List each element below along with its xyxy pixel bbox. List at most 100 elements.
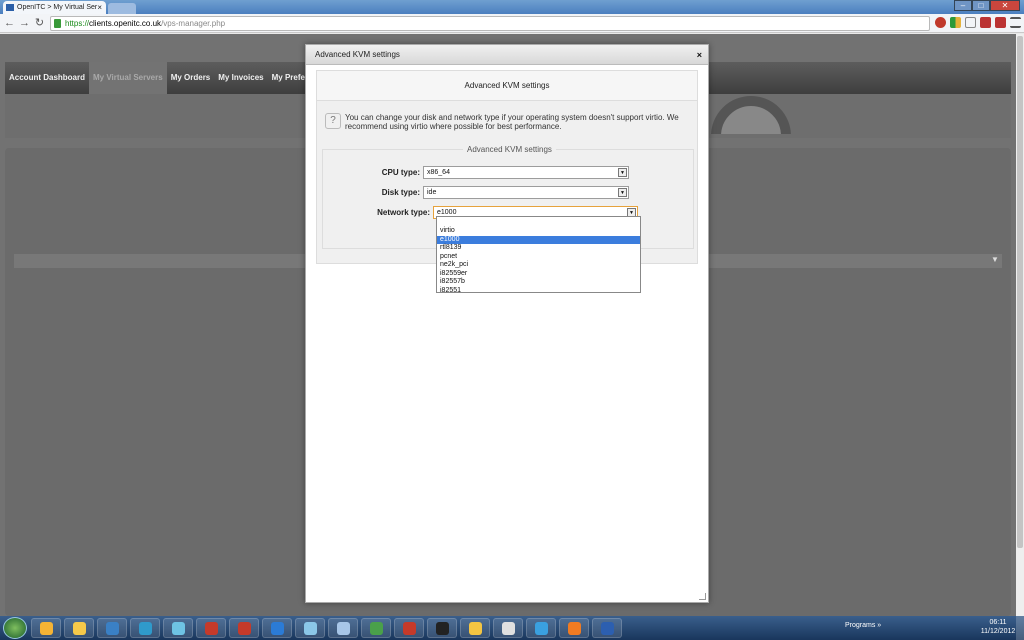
taskbar-app-button[interactable] [559, 618, 589, 638]
info-text: You can change your disk and network typ… [345, 113, 679, 131]
cpu-type-row: CPU type: [323, 166, 420, 180]
url-path: /vps-manager.php [161, 19, 226, 28]
minimize-button[interactable]: ‒ [954, 0, 972, 11]
window-controls: ‒ □ ✕ [954, 0, 1020, 12]
mail-notifier-icon[interactable] [980, 17, 991, 28]
programs-chevron-icon[interactable]: » [877, 622, 881, 629]
cpu-type-label: CPU type: [381, 168, 420, 177]
resize-grip-icon[interactable] [699, 593, 706, 600]
app-icon [106, 622, 119, 635]
extension-badge-icon[interactable] [995, 17, 1006, 28]
clock-time: 06:11 [989, 619, 1007, 626]
maximize-button[interactable]: □ [972, 0, 990, 11]
option-virtio[interactable]: virtio [437, 227, 640, 236]
option-rtl8139[interactable]: rtl8139 [437, 244, 640, 253]
option-i82551[interactable]: i82551 [437, 287, 640, 296]
page-scrollbar[interactable] [1016, 34, 1024, 616]
app-icon [304, 622, 317, 635]
app-icon [502, 622, 515, 635]
extension-icon[interactable] [950, 17, 961, 28]
nav-my-invoices[interactable]: My Invoices [214, 62, 267, 94]
chevron-down-icon[interactable]: ▼ [618, 188, 627, 197]
forward-arrow-icon[interactable]: → [18, 16, 31, 30]
stop-icon[interactable] [935, 17, 946, 28]
app-icon [172, 622, 185, 635]
dialog-title: Advanced KVM settings [306, 45, 708, 65]
nav-my-virtual-servers[interactable]: My Virtual Servers [89, 62, 167, 94]
app-icon [139, 622, 152, 635]
taskbar-app-button[interactable] [460, 618, 490, 638]
cpu-type-value: x86_64 [427, 169, 450, 176]
disk-type-label: Disk type: [381, 188, 420, 197]
taskbar-app-button[interactable] [31, 618, 61, 638]
taskbar-app-button[interactable] [64, 618, 94, 638]
taskbar-app-button[interactable] [97, 618, 127, 638]
app-icon [601, 622, 614, 635]
reload-icon[interactable]: ↻ [33, 16, 46, 30]
option-i82557b[interactable]: i82557b [437, 278, 640, 287]
cpu-type-select[interactable]: x86_64 ▼ [423, 166, 629, 179]
app-icon [535, 622, 548, 635]
app-icon [403, 622, 416, 635]
app-icon [370, 622, 383, 635]
disk-type-row: Disk type: [323, 186, 420, 200]
url-host: clients.openitc.co.uk [89, 19, 162, 28]
disk-type-select[interactable]: ide ▼ [423, 186, 629, 199]
menu-icon[interactable] [1010, 17, 1021, 28]
taskbar-app-button[interactable] [229, 618, 259, 638]
info-message: ? You can change your disk and network t… [325, 111, 687, 133]
address-bar[interactable]: https://clients.openitc.co.uk/vps-manage… [50, 16, 930, 31]
taskbar-app-button[interactable] [592, 618, 622, 638]
network-type-value: e1000 [437, 209, 457, 216]
site-favicon-icon [6, 4, 14, 11]
option-i82559er[interactable]: i82559er [437, 270, 640, 279]
clock[interactable]: 06:11 11/12/2012 [980, 618, 1016, 636]
nav-my-orders[interactable]: My Orders [167, 62, 215, 94]
taskbar-app-button[interactable] [493, 618, 523, 638]
star-icon[interactable] [965, 17, 976, 28]
taskbar-app-button[interactable] [526, 618, 556, 638]
network-type-row: Network type: [323, 206, 430, 220]
system-tray: Programs » [845, 622, 881, 629]
app-icon [568, 622, 581, 635]
show-desktop-button[interactable] [1016, 616, 1024, 640]
browser-tab[interactable]: OpenITC > My Virtual Ser × [3, 1, 106, 14]
tab-title: OpenITC > My Virtual Ser [17, 4, 98, 11]
taskbar-app-button[interactable] [196, 618, 226, 638]
option-pcnet[interactable]: pcnet [437, 253, 640, 262]
new-tab-button[interactable] [108, 3, 136, 14]
app-icon [469, 622, 482, 635]
app-icon [205, 622, 218, 635]
taskbar-app-button[interactable] [295, 618, 325, 638]
taskbar-app-button[interactable] [130, 618, 160, 638]
window-close-button[interactable]: ✕ [990, 0, 1020, 11]
option-e1000[interactable]: e1000 [437, 235, 640, 244]
network-type-label: Network type: [377, 208, 430, 217]
scrollbar-thumb[interactable] [1017, 36, 1023, 548]
taskbar-app-button[interactable] [394, 618, 424, 638]
dialog-close-button[interactable]: × [697, 50, 702, 60]
chevron-down-icon[interactable]: ▼ [618, 168, 627, 177]
taskbar-app-button[interactable] [361, 618, 391, 638]
clock-date: 11/12/2012 [980, 628, 1016, 635]
toolbar-extensions [935, 17, 1021, 28]
taskbar-app-button[interactable] [427, 618, 457, 638]
network-type-options: virtio e1000 rtl8139 pcnet ne2k_pci i825… [436, 216, 641, 296]
back-arrow-icon[interactable]: ← [3, 16, 16, 30]
option-ne2k-pci[interactable]: ne2k_pci [437, 261, 640, 270]
chevron-down-icon[interactable]: ▼ [991, 255, 999, 264]
nav-my-preferences[interactable]: My Prefe [268, 62, 309, 94]
panel-heading: Advanced KVM settings [317, 71, 697, 101]
start-button[interactable] [3, 617, 27, 639]
url-scheme: https:// [65, 19, 90, 28]
app-icon [238, 622, 251, 635]
taskbar-app-button[interactable] [328, 618, 358, 638]
taskbar: Programs » 06:11 11/12/2012 [0, 616, 1024, 640]
disk-type-value: ide [427, 189, 437, 196]
programs-label[interactable]: Programs [845, 622, 875, 629]
advanced-kvm-dialog: Advanced KVM settings × Advanced KVM set… [305, 44, 709, 603]
taskbar-app-button[interactable] [262, 618, 292, 638]
nav-account-dashboard[interactable]: Account Dashboard [5, 62, 89, 94]
tab-close-icon[interactable]: × [97, 1, 102, 14]
taskbar-app-button[interactable] [163, 618, 193, 638]
